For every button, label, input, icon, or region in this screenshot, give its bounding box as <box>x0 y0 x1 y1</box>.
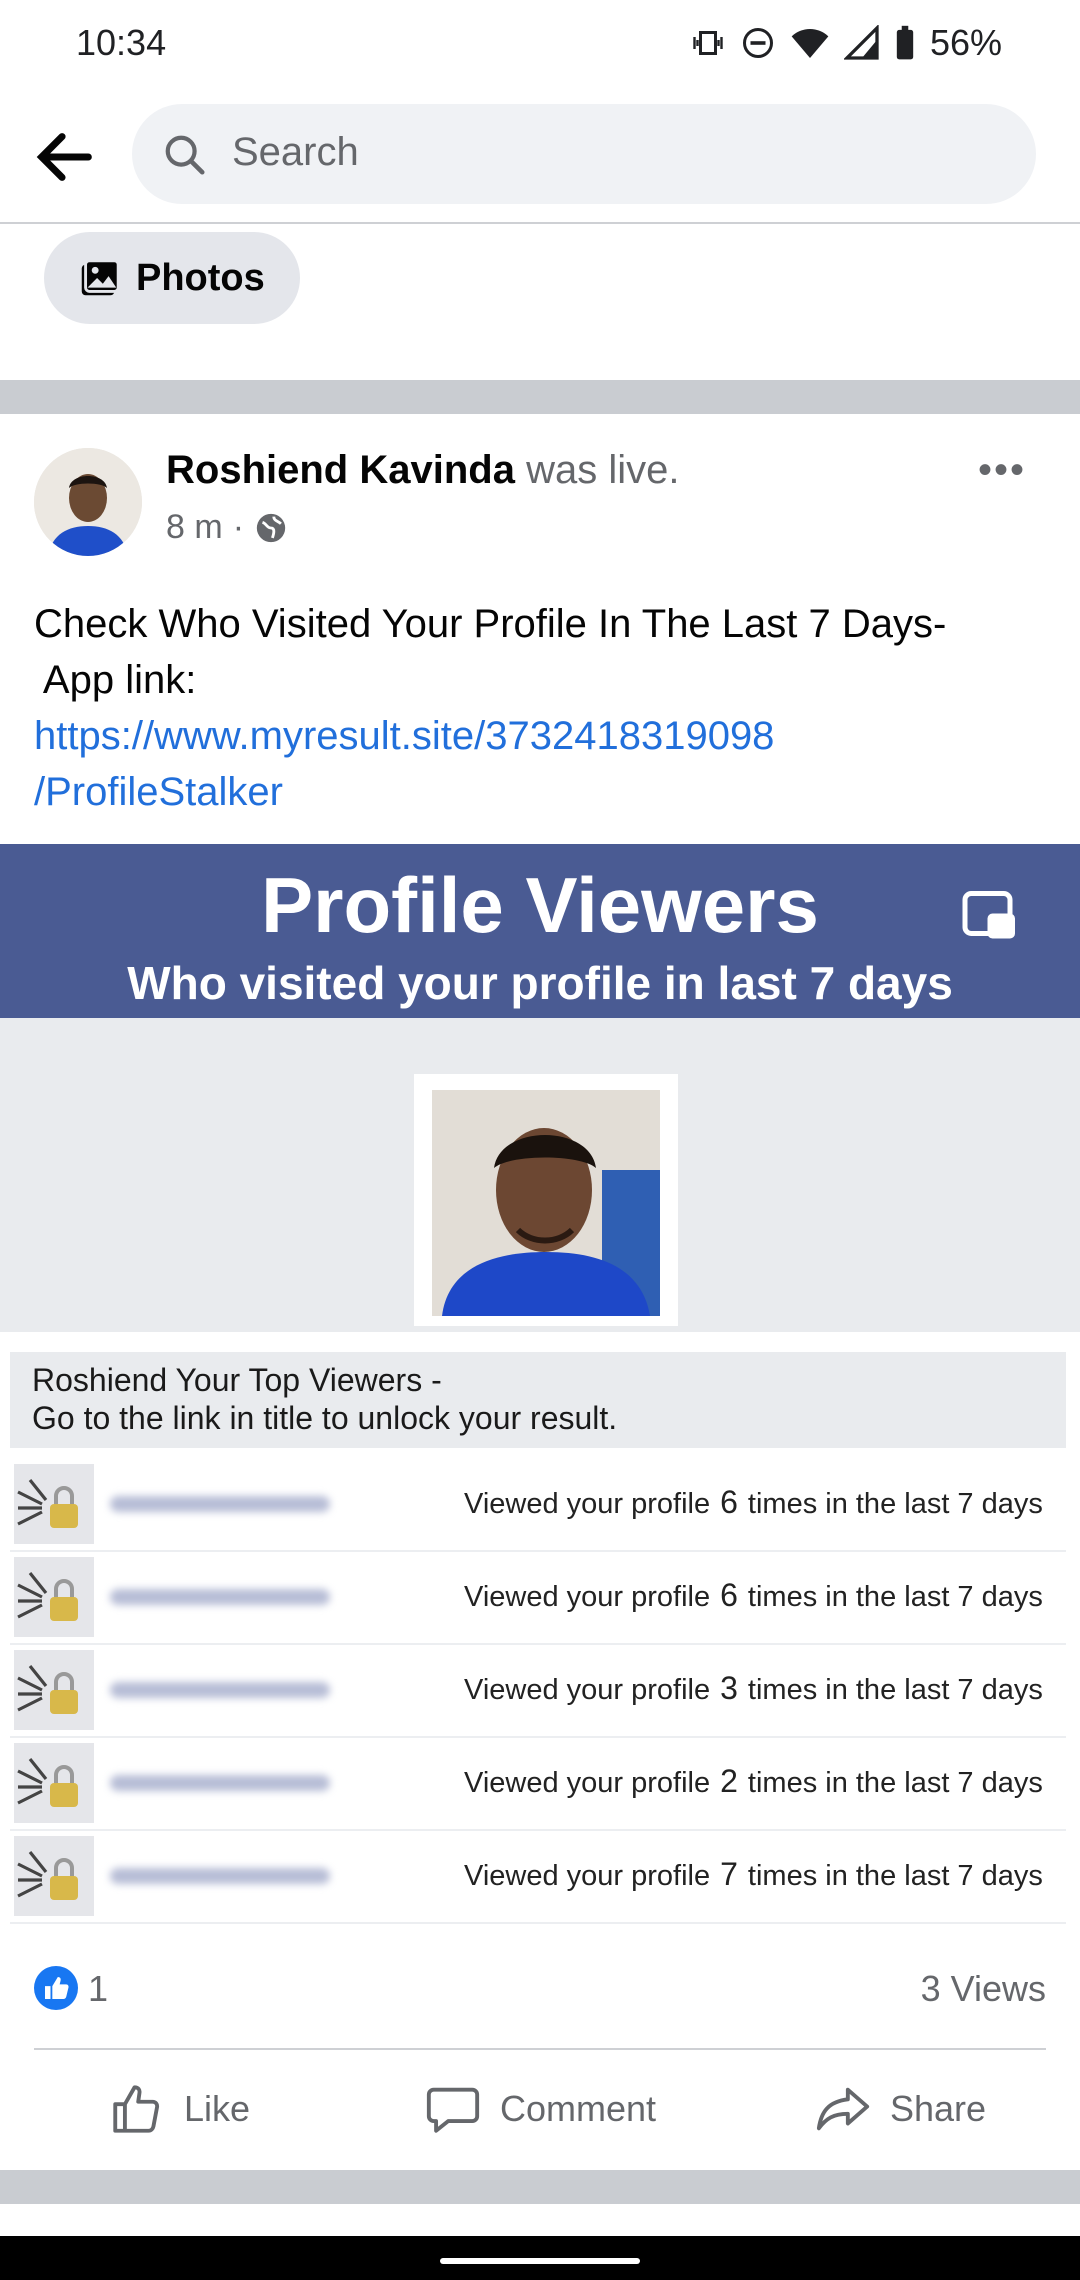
reaction-summary[interactable]: 1 3 Views <box>34 1960 1046 2020</box>
blurred-name <box>110 1775 330 1791</box>
post-text: Check Who Visited Your Profile In The La… <box>34 596 1054 820</box>
like-count: 1 <box>88 1968 109 2009</box>
lock-icon <box>14 1650 94 1730</box>
back-arrow-icon[interactable] <box>30 122 100 192</box>
signal-icon <box>843 25 879 60</box>
lock-icon <box>14 1464 94 1544</box>
home-gesture-pill[interactable] <box>440 2258 640 2264</box>
post-text-line1: Check Who Visited Your Profile In The La… <box>34 602 947 646</box>
post-media-preview[interactable]: Profile Viewers Who visited your profile… <box>0 844 1080 1924</box>
share-button[interactable]: Share <box>814 2080 986 2138</box>
status-bar: 10:34 56% <box>0 0 1080 90</box>
viewers-notice: Roshiend Your Top Viewers - Go to the li… <box>10 1352 1066 1448</box>
viewer-row: Viewed your profile 2 times in the last 7 … <box>10 1737 1066 1831</box>
viewer-row: Viewed your profile 6 times in the last 7 … <box>10 1458 1066 1552</box>
share-icon <box>816 2087 870 2131</box>
share-label: Share <box>890 2088 987 2129</box>
views-count[interactable]: 3 Views <box>921 1968 1046 2010</box>
blurred-name <box>110 1682 330 1698</box>
post-link-line2[interactable]: /ProfileStalker <box>34 764 1054 820</box>
profile-photo <box>432 1090 660 1316</box>
battery-percent: 56% <box>929 22 1002 63</box>
preview-banner: Profile Viewers Who visited your profile… <box>0 844 1080 1018</box>
photos-icon <box>81 259 120 296</box>
preview-subtitle: Who visited your profile in last 7 days <box>127 957 953 1009</box>
status-time: 10:34 <box>76 22 167 63</box>
post-time[interactable]: 8 m <box>166 508 223 547</box>
dnd-icon <box>742 28 773 58</box>
preview-title: Profile Viewers <box>261 861 819 949</box>
notice-line2: Go to the link in title to unlock your r… <box>32 1400 618 1436</box>
comment-button[interactable]: Comment <box>424 2080 656 2138</box>
section-divider <box>0 380 1080 414</box>
search-icon <box>165 135 205 175</box>
lock-icon <box>14 1557 94 1637</box>
like-button[interactable]: Like <box>108 2080 250 2138</box>
blurred-name <box>110 1868 330 1884</box>
like-icon <box>113 2085 160 2133</box>
post-actions: Like Comment Share <box>0 2060 1080 2160</box>
viewer-text: Viewed your profile 7 times in the last 7 … <box>464 1856 1043 1892</box>
post-text-line2: App link: <box>34 658 197 702</box>
viewer-row: Viewed your profile 3 times in the last 7 … <box>10 1644 1066 1738</box>
viewer-row: Viewed your profile 7 times in the last 7 … <box>10 1830 1066 1924</box>
post-meta: 8 m · <box>166 508 288 547</box>
author-avatar[interactable] <box>34 448 142 556</box>
search-input[interactable]: Search <box>132 104 1036 204</box>
blurred-name <box>110 1589 330 1605</box>
photos-chip-label: Photos <box>136 256 265 299</box>
author-name[interactable]: Roshiend Kavinda <box>166 448 515 492</box>
post-link-line1[interactable]: https://www.myresult.site/3732418319098 <box>34 708 1054 764</box>
post-author-line: Roshiend Kavinda was live. <box>166 448 679 493</box>
blurred-name <box>110 1496 330 1512</box>
viewer-text: Viewed your profile 3 times in the last 7 … <box>464 1670 1043 1706</box>
actions-separator <box>34 2048 1046 2050</box>
photos-filter-chip[interactable]: Photos <box>44 232 300 324</box>
like-label: Like <box>184 2088 251 2129</box>
vibrate-icon <box>693 31 723 55</box>
system-nav-bar <box>0 2236 1080 2280</box>
avatar-image <box>34 448 142 556</box>
more-options-icon[interactable]: ••• <box>978 448 1026 493</box>
lock-icon <box>14 1836 94 1916</box>
viewer-text: Viewed your profile 2 times in the last 7 … <box>464 1763 1043 1799</box>
search-placeholder: Search <box>232 130 359 174</box>
comment-icon <box>426 2087 480 2133</box>
viewer-text: Viewed your profile 6 times in the last 7 … <box>464 1577 1043 1613</box>
profile-photo-frame <box>414 1074 678 1326</box>
status-icons: 56% <box>690 22 1002 64</box>
lock-icon <box>14 1743 94 1823</box>
viewer-text: Viewed your profile 6 times in the last 7 … <box>464 1484 1043 1520</box>
top-bar: Search <box>0 90 1080 224</box>
wifi-icon <box>791 29 829 58</box>
globe-icon <box>256 513 286 542</box>
pip-icon[interactable] <box>960 886 1020 946</box>
like-badge-icon <box>34 1966 78 2010</box>
comment-label: Comment <box>500 2088 657 2129</box>
notice-line1: Roshiend Your Top Viewers - <box>32 1362 442 1398</box>
section-divider <box>0 2170 1080 2204</box>
post-action-text: was live. <box>514 448 680 492</box>
viewer-row: Viewed your profile 6 times in the last 7 … <box>10 1551 1066 1645</box>
battery-icon <box>896 25 914 60</box>
meta-dot: · <box>232 508 245 546</box>
